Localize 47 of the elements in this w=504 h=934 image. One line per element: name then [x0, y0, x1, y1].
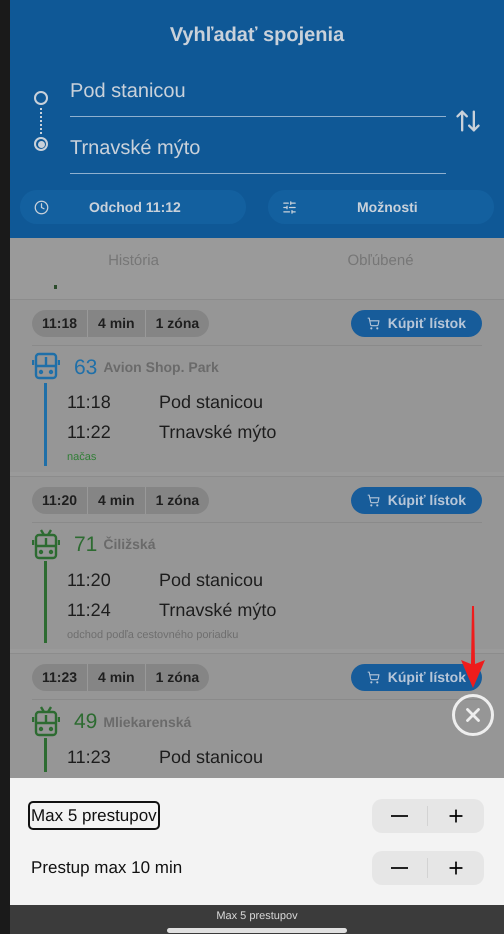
origin-field[interactable]: Pod stanicou [70, 68, 446, 117]
departure-time: 11:20 [41, 490, 78, 510]
clock-icon [34, 200, 49, 214]
options-button[interactable]: Možnosti [268, 190, 494, 224]
buy-ticket-button[interactable]: Kúpiť lístok [350, 310, 482, 336]
line-number: 49 [74, 709, 98, 736]
departure-time: 11:23 [41, 668, 78, 687]
route-line [44, 738, 47, 772]
sliders-icon [282, 200, 297, 214]
line-number: 63 [74, 354, 98, 380]
trip-duration: 4 min [87, 486, 145, 514]
dotted-connector [40, 108, 42, 134]
trip-duration: 4 min [87, 664, 145, 691]
option-label: Prestup max 10 min [30, 856, 184, 879]
departure-time: 11:18 [41, 314, 78, 332]
stepper[interactable] [372, 850, 484, 884]
zone-count: 1 zóna [144, 486, 210, 514]
option-label: Max 5 prestupov [28, 800, 160, 830]
stop-time: 11:24 [67, 598, 112, 622]
cart-icon [366, 494, 380, 506]
trolleybus-icon [32, 706, 60, 738]
departure-time-button[interactable]: Odchod 11:12 [20, 190, 246, 224]
buy-ticket-button[interactable]: Kúpiť lístok [350, 486, 482, 514]
line-number: 71 [74, 532, 98, 558]
cart-icon [366, 316, 380, 330]
stepper[interactable] [372, 798, 484, 832]
stop-name: Trnavské mýto [159, 598, 276, 622]
zone-count: 1 zóna [144, 664, 210, 691]
destination-field[interactable]: Trnavské mýto [70, 117, 446, 174]
stop-name: Trnavské mýto [159, 421, 276, 444]
close-button[interactable] [452, 694, 494, 736]
stop-time: 11:20 [67, 568, 112, 592]
delay-note: načas [67, 450, 98, 465]
trolleybus-icon [32, 528, 60, 560]
minus-icon [391, 814, 408, 816]
stop-name: Pod stanicou [159, 746, 264, 769]
stop-time: 11:22 [67, 421, 112, 444]
stop-name: Pod stanicou [159, 391, 264, 414]
stop-time: 11:23 [67, 746, 112, 769]
zone-count: 1 zóna [144, 310, 210, 336]
stop-name: Pod stanicou [159, 568, 264, 592]
stop-time: 11:18 [67, 391, 112, 414]
trip-duration: 4 min [87, 310, 145, 336]
minus-icon [391, 866, 408, 868]
caption-text: Max 5 prestupov [216, 909, 298, 924]
window-title: Vyhľadať spojenia [170, 23, 344, 48]
cart-icon [366, 671, 380, 684]
